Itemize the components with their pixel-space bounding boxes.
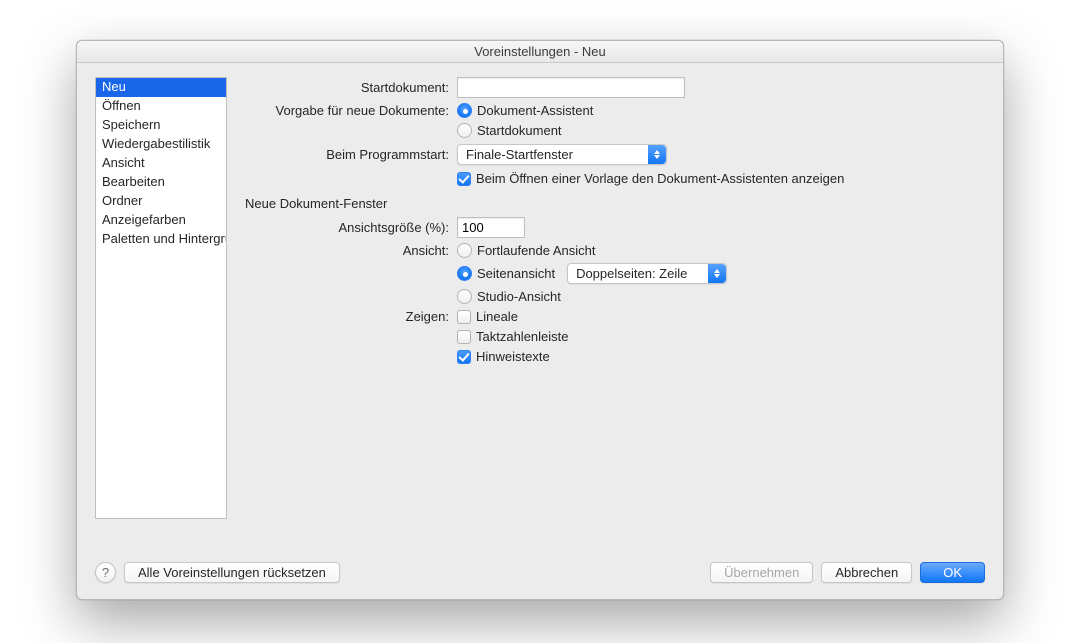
radio-label: Studio-Ansicht [477,289,561,304]
ok-button[interactable]: OK [920,562,985,583]
ansicht-radio-seitenansicht[interactable]: Seitenansicht [457,266,555,281]
checkbox-label: Beim Öffnen einer Vorlage den Dokument-A… [476,171,844,186]
vorgabe-radio-assistent[interactable]: Dokument-Assistent [457,103,593,118]
cancel-button[interactable]: Abbrechen [821,562,912,583]
sidebar-item-oeffnen[interactable]: Öffnen [96,97,226,116]
preferences-window: Voreinstellungen - Neu Neu Öffnen Speich… [76,40,1004,600]
ansichtsgroesse-input[interactable] [457,217,525,238]
vorgabe-label: Vorgabe für neue Dokumente: [245,103,457,118]
sidebar-item-ordner[interactable]: Ordner [96,192,226,211]
startdokument-input[interactable] [457,77,685,98]
vorgabe-radio-startdokument[interactable]: Startdokument [457,123,562,138]
radio-label: Fortlaufende Ansicht [477,243,596,258]
vorlage-assistent-checkbox[interactable]: Beim Öffnen einer Vorlage den Dokument-A… [457,171,844,186]
window-title: Voreinstellungen - Neu [77,41,1003,63]
section-header-neue-dokument-fenster: Neue Dokument-Fenster [245,196,985,211]
radio-icon [457,243,472,258]
popup-value: Finale-Startfenster [466,147,573,162]
checkbox-label: Hinweistexte [476,349,550,364]
radio-icon [457,266,472,281]
ansicht-radio-fortlaufend[interactable]: Fortlaufende Ansicht [457,243,596,258]
radio-label: Dokument-Assistent [477,103,593,118]
radio-icon [457,103,472,118]
sidebar-item-ansicht[interactable]: Ansicht [96,154,226,173]
content-area: Neu Öffnen Speichern Wiedergabestilistik… [77,63,1003,555]
popup-value: Doppelseiten: Zeile [576,266,687,281]
sidebar-item-neu[interactable]: Neu [96,78,226,97]
checkbox-icon [457,310,471,324]
sidebar-item-wiedergabestilistik[interactable]: Wiedergabestilistik [96,135,226,154]
sidebar-item-speichern[interactable]: Speichern [96,116,226,135]
zeigen-checkbox-hinweistexte[interactable]: Hinweistexte [457,349,550,364]
reset-all-button[interactable]: Alle Voreinstellungen rücksetzen [124,562,340,583]
sidebar-item-anzeigefarben[interactable]: Anzeigefarben [96,211,226,230]
footer: ? Alle Voreinstellungen rücksetzen Übern… [77,555,1003,599]
help-button[interactable]: ? [95,562,116,583]
radio-label: Seitenansicht [477,266,555,281]
programmstart-label: Beim Programmstart: [245,147,457,162]
zeigen-checkbox-taktzahlenleiste[interactable]: Taktzahlenleiste [457,329,569,344]
ansicht-label: Ansicht: [245,243,457,258]
radio-icon [457,289,472,304]
chevron-updown-icon [648,145,666,164]
radio-label: Startdokument [477,123,562,138]
checkbox-label: Lineale [476,309,518,324]
startdokument-label: Startdokument: [245,80,457,95]
ansicht-radio-studio[interactable]: Studio-Ansicht [457,289,561,304]
apply-button[interactable]: Übernehmen [710,562,813,583]
ansichtsgroesse-label: Ansichtsgröße (%): [245,220,457,235]
chevron-updown-icon [708,264,726,283]
checkbox-icon [457,330,471,344]
zeigen-label: Zeigen: [245,309,457,324]
checkbox-icon [457,172,471,186]
seitenansicht-popup[interactable]: Doppelseiten: Zeile [567,263,727,284]
category-sidebar[interactable]: Neu Öffnen Speichern Wiedergabestilistik… [95,77,227,519]
sidebar-item-bearbeiten[interactable]: Bearbeiten [96,173,226,192]
zeigen-checkbox-lineale[interactable]: Lineale [457,309,518,324]
radio-icon [457,123,472,138]
sidebar-item-paletten[interactable]: Paletten und Hintergründe [96,230,226,249]
programmstart-popup[interactable]: Finale-Startfenster [457,144,667,165]
form-area: Startdokument: Vorgabe für neue Dokument… [245,77,985,555]
checkbox-icon [457,350,471,364]
checkbox-label: Taktzahlenleiste [476,329,569,344]
